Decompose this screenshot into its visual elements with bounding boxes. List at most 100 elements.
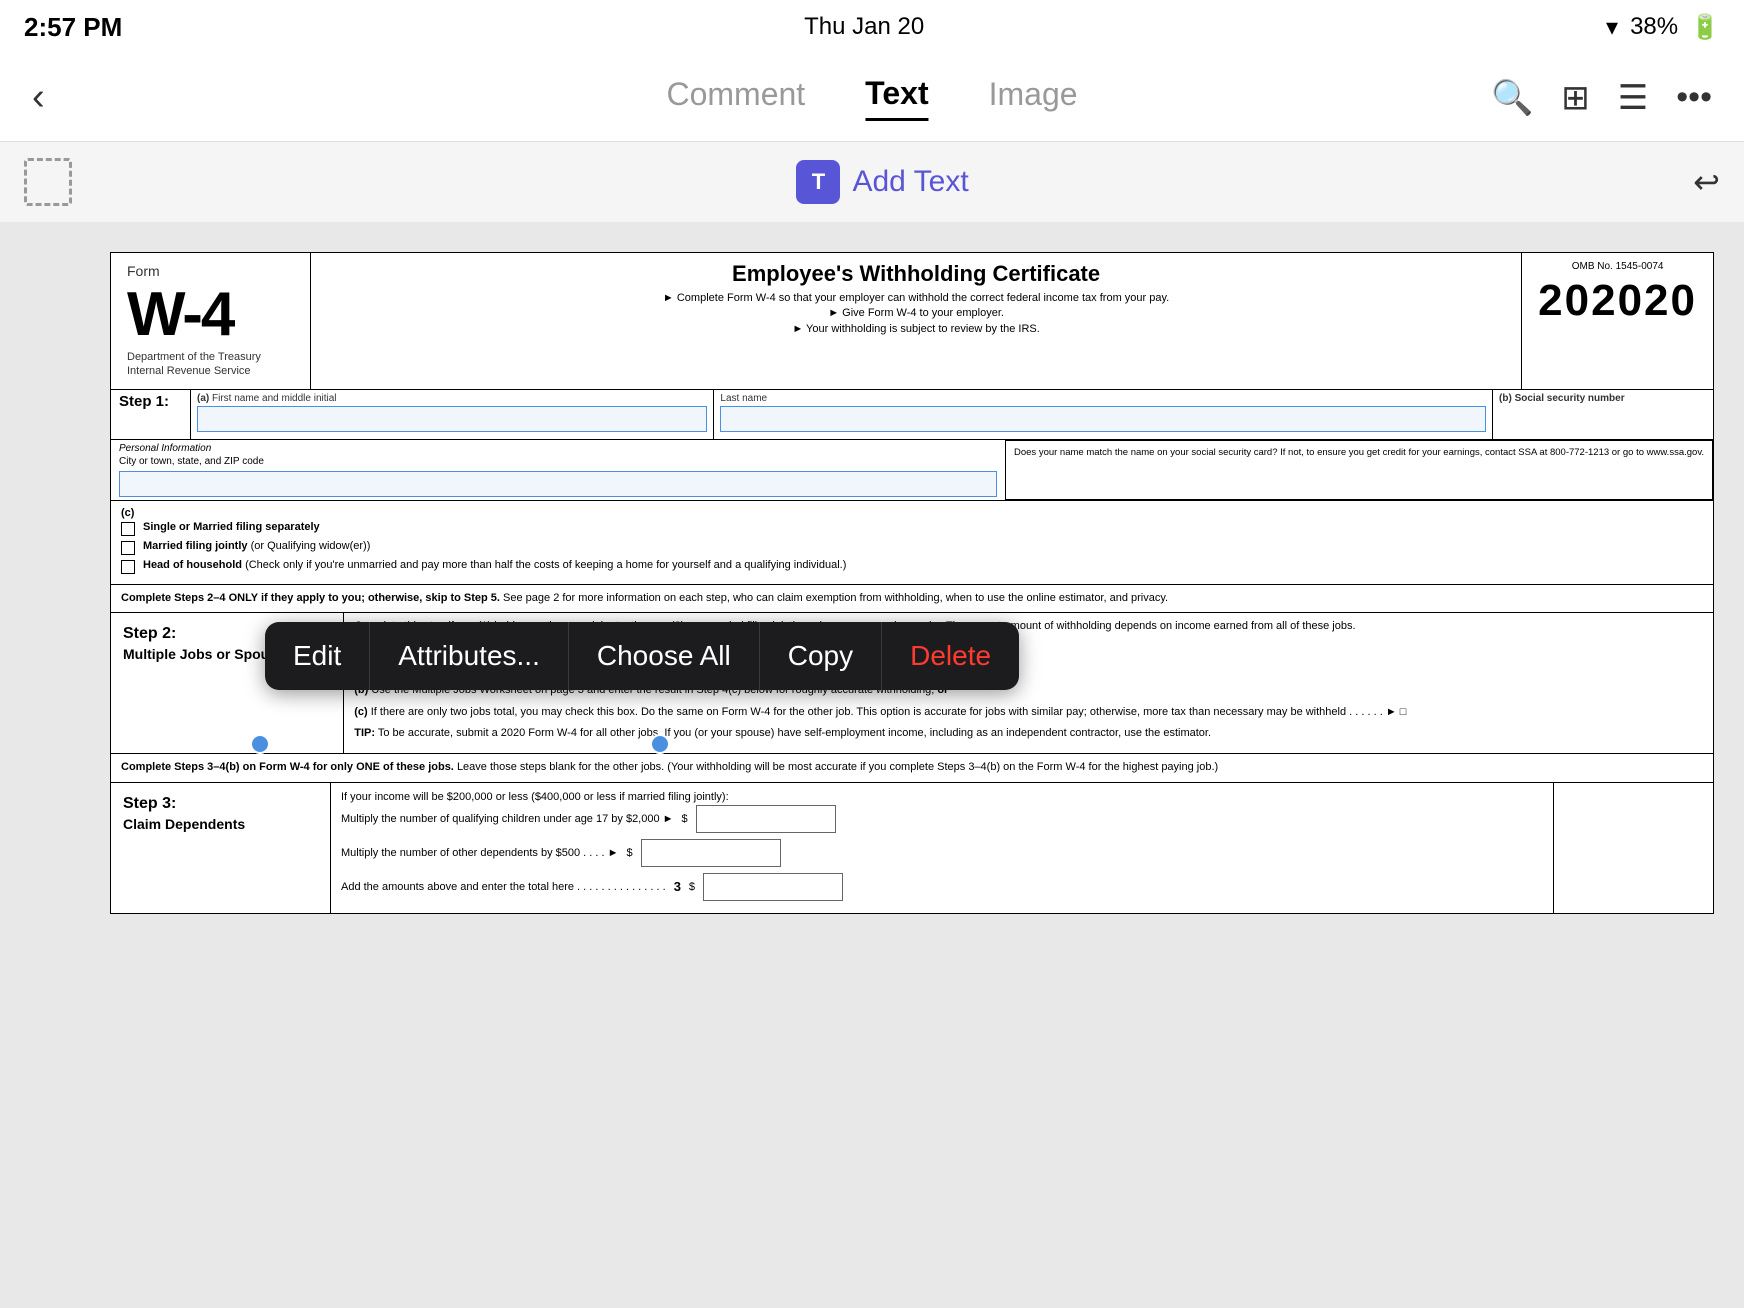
form-instruction-1: ► Complete Form W-4 so that your employe… <box>327 291 1505 306</box>
status-date: Thu Jan 20 <box>804 13 924 41</box>
context-attributes[interactable]: Attributes... <box>370 622 569 690</box>
ssn-info-box: Does your name match the name on your so… <box>1006 440 1713 500</box>
address-ssn-row: Personal Information City or town, state… <box>110 440 1714 501</box>
add-text-button[interactable]: T Add Text <box>796 160 968 204</box>
checkbox-single-box[interactable] <box>121 522 135 536</box>
checkbox-married-box[interactable] <box>121 541 135 555</box>
complete-banner: Complete Steps 3–4(b) on Form W-4 for on… <box>110 754 1714 782</box>
step2-item-c: (c) If there are only two jobs total, yo… <box>354 705 1703 720</box>
checkbox-married-label: Married filing jointly (or Qualifying wi… <box>143 540 370 552</box>
step3-dependents-label: Multiply the number of other dependents … <box>341 845 619 862</box>
wifi-icon: ▾ <box>1606 13 1618 42</box>
step3-right-panel <box>1553 783 1713 914</box>
last-name-input[interactable] <box>720 406 1486 432</box>
form-w4-id-box: Form W-4 Department of the Treasury Inte… <box>111 253 311 389</box>
checkbox-single: Single or Married filing separately <box>121 521 1703 536</box>
form-year-box: OMB No. 1545-0074 202020 <box>1522 253 1713 389</box>
step3-total-label: Add the amounts above and enter the tota… <box>341 879 666 896</box>
skip-banner: Complete Steps 2–4 ONLY if they apply to… <box>110 585 1714 613</box>
step1-label: Step 1: <box>119 393 182 410</box>
document-area: Form W-4 Department of the Treasury Inte… <box>0 222 1744 1308</box>
document-paper: Form W-4 Department of the Treasury Inte… <box>110 252 1714 914</box>
tab-text[interactable]: Text <box>865 75 928 121</box>
step3-section: Step 3: Claim Dependents If your income … <box>110 783 1714 915</box>
battery-level: 38% <box>1630 13 1678 41</box>
search-icon[interactable]: 🔍 <box>1491 78 1533 118</box>
context-menu: Edit Attributes... Choose All Copy Delet… <box>265 622 1019 690</box>
step3-content: If your income will be $200,000 or less … <box>331 783 1553 914</box>
address-input[interactable] <box>119 471 997 497</box>
checkbox-head-label: Head of household (Check only if you're … <box>143 559 846 571</box>
status-time: 2:57 PM <box>24 12 122 43</box>
selection-mode-icon <box>24 158 72 206</box>
step3-row-total: Add the amounts above and enter the tota… <box>341 873 1543 901</box>
context-edit[interactable]: Edit <box>265 622 370 690</box>
step3-income: If your income will be $200,000 or less … <box>341 789 1543 806</box>
form-instruction-2: ► Give Form W-4 to your employer. <box>327 306 1505 321</box>
personal-info-label: Personal Information City or town, state… <box>111 440 1006 500</box>
checkbox-married: Married filing jointly (or Qualifying wi… <box>121 540 1703 555</box>
form-dept: Department of the Treasury Internal Reve… <box>127 350 294 379</box>
context-choose-all[interactable]: Choose All <box>569 622 760 690</box>
last-name-label: Last name <box>720 393 1486 404</box>
status-bar: 2:57 PM Thu Jan 20 ▾ 38% 🔋 <box>0 0 1744 54</box>
back-button[interactable]: ‹ <box>32 76 45 119</box>
checkboxes-content: (c) Single or Married filing separately … <box>111 501 1713 584</box>
step3-dollar-2: $ <box>627 845 633 862</box>
step3-dollar-1: $ <box>682 811 688 828</box>
step3-dollar-3: $ <box>689 879 695 896</box>
checkbox-head: Head of household (Check only if you're … <box>121 559 1703 574</box>
c-label: (c) <box>121 507 1703 519</box>
checkbox-head-box[interactable] <box>121 560 135 574</box>
toolbar-right: 🔍 ⊞ ☰ ••• <box>1491 78 1712 118</box>
step2-tip: TIP: To be accurate, submit a 2020 Form … <box>354 726 1703 741</box>
grid-icon[interactable]: ⊞ <box>1561 78 1590 118</box>
omb-text: OMB No. 1545-0074 <box>1538 261 1697 272</box>
toolbar-center: Comment Text Image <box>666 75 1077 121</box>
step3-step-label: Step 3: <box>123 793 318 815</box>
text-icon: T <box>796 160 840 204</box>
ssn-input-area <box>1499 406 1707 432</box>
form-instruction-3: ► Your withholding is subject to review … <box>327 322 1505 337</box>
selection-dot-left <box>250 734 270 754</box>
checkboxes-row: (c) Single or Married filing separately … <box>110 501 1714 585</box>
ssn-field: (b) Social security number <box>1493 390 1713 439</box>
add-text-label: Add Text <box>852 165 968 199</box>
tab-image[interactable]: Image <box>989 76 1078 119</box>
ssn-label: (b) Social security number <box>1499 393 1707 404</box>
form-header: Form W-4 Department of the Treasury Inte… <box>110 252 1714 390</box>
first-name-label: (a) First name and middle initial <box>197 393 707 404</box>
toolbar: ‹ Comment Text Image 🔍 ⊞ ☰ ••• <box>0 54 1744 142</box>
step3-total-input[interactable] <box>703 873 843 901</box>
year-display: 202020 <box>1538 276 1697 326</box>
undo-button[interactable]: ↩ <box>1693 163 1720 201</box>
step3-children-input[interactable] <box>696 805 836 833</box>
step3-dependents-input[interactable] <box>641 839 781 867</box>
checkbox-single-label: Single or Married filing separately <box>143 521 320 533</box>
battery-icon: 🔋 <box>1690 13 1720 42</box>
step1-box: Step 1: <box>111 390 191 439</box>
step3-label-box: Step 3: Claim Dependents <box>111 783 331 914</box>
skip-banner-text: See page 2 for more information on each … <box>503 592 1168 604</box>
form-center-header: Employee's Withholding Certificate ► Com… <box>311 253 1522 389</box>
more-icon[interactable]: ••• <box>1676 78 1712 117</box>
form-label: Form <box>127 263 294 279</box>
add-text-bar: T Add Text ↩ <box>0 142 1744 222</box>
step3-children-label: Multiply the number of qualifying childr… <box>341 811 674 828</box>
first-name-input[interactable] <box>197 406 707 432</box>
step3-sublabel: Claim Dependents <box>123 815 318 835</box>
last-name-field: Last name <box>714 390 1493 439</box>
first-name-field: (a) First name and middle initial <box>191 390 714 439</box>
name-fields-row: Step 1: (a) First name and middle initia… <box>110 390 1714 440</box>
form-w4-number: W-4 <box>127 279 294 350</box>
step3-total-number: 3 <box>674 877 681 897</box>
personal-info-note: Personal Information <box>119 443 997 454</box>
selection-dot-right <box>650 734 670 754</box>
context-copy[interactable]: Copy <box>760 622 882 690</box>
tab-comment[interactable]: Comment <box>666 76 805 119</box>
step3-row-children: Multiply the number of qualifying childr… <box>341 805 1543 833</box>
form-main-title: Employee's Withholding Certificate <box>327 261 1505 287</box>
list-icon[interactable]: ☰ <box>1618 78 1648 118</box>
context-delete[interactable]: Delete <box>882 622 1019 690</box>
step3-row-dependents: Multiply the number of other dependents … <box>341 839 1543 867</box>
